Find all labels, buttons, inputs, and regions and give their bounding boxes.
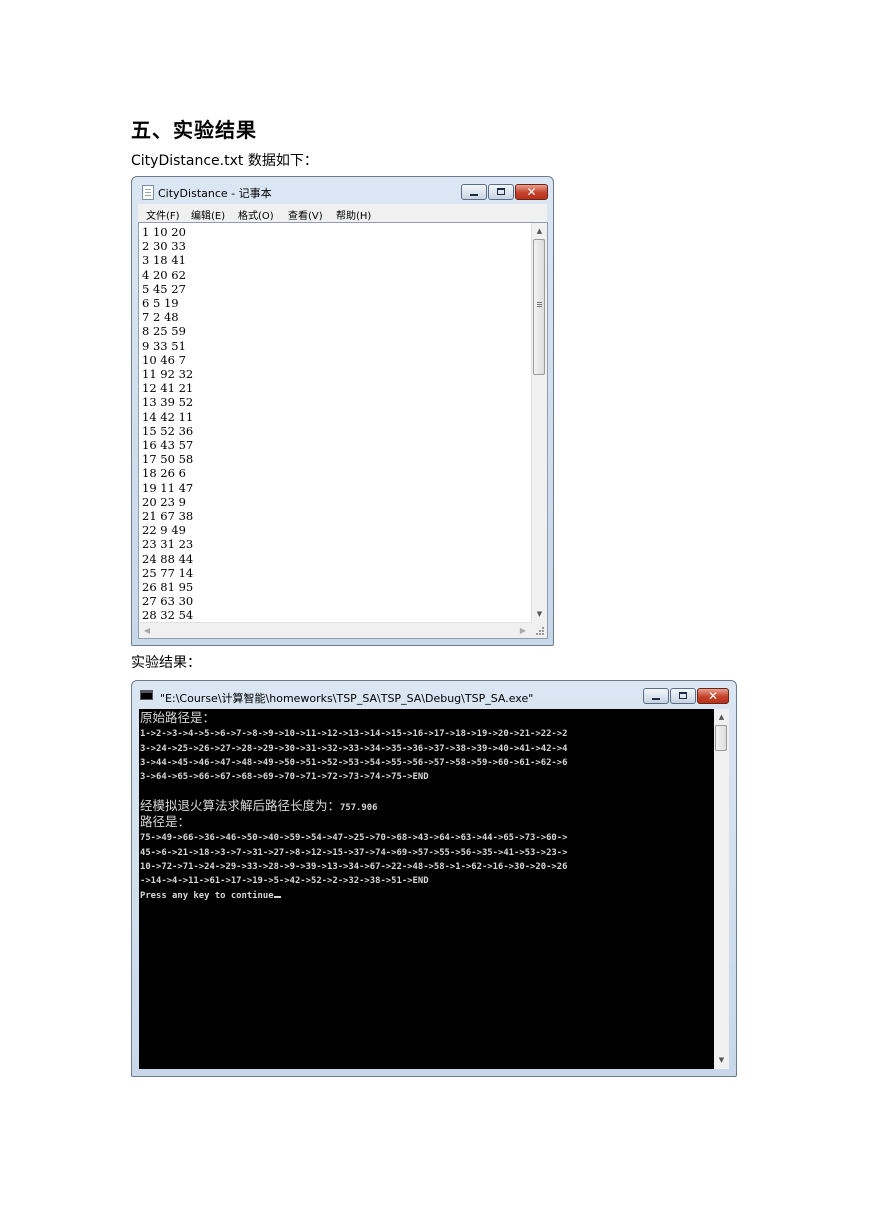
console-output-area[interactable]: 原始路径是： 1->2->3->4->5->6->7->8->9->10->11… [139,709,714,1069]
result-path-label: 路径是： [140,814,191,830]
maximize-button[interactable] [488,184,514,200]
scroll-right-arrow-icon[interactable]: ▶ [516,623,530,638]
scroll-up-arrow-icon[interactable]: ▲ [532,224,547,238]
menu-edit[interactable]: 编辑(E) [191,207,225,222]
console-close-button[interactable]: ✕ [697,688,729,704]
close-icon: ✕ [526,185,537,199]
menu-format[interactable]: 格式(O) [238,207,274,222]
minimize-button[interactable] [461,184,487,200]
notepad-document-icon [142,185,154,200]
console-vertical-scrollbar[interactable]: ▲ ▼ [714,709,729,1069]
scroll-down-arrow-icon[interactable]: ▼ [532,607,547,621]
notepad-menubar: 文件(F) 编辑(E) 格式(O) 查看(V) 帮助(H) [138,204,547,222]
console-minimize-button[interactable] [643,688,669,704]
result-path: 75->49->66->36->46->50->40->59->54->47->… [140,833,568,887]
text-cursor [273,895,281,898]
original-path: 1->2->3->4->5->6->7->8->9->10->11->12->1… [140,729,568,783]
close-icon: ✕ [707,689,719,703]
notepad-title: CityDistance - 记事本 [158,187,272,200]
maximize-icon [497,188,505,195]
original-path-label: 原始路径是： [140,710,216,725]
console-window: "E:\Course\计算智能\homeworks\TSP_SA\TSP_SA\… [131,680,737,1077]
notepad-content[interactable]: 1 10 20 2 30 33 3 18 41 4 20 62 5 45 27 … [142,225,532,623]
grip-icon [537,302,542,303]
scroll-left-arrow-icon[interactable]: ◀ [140,623,154,638]
result-label: 实验结果： [131,655,201,671]
notepad-window: CityDistance - 记事本 ✕ 文件(F) 编辑(E) 格式(O) 查… [131,176,554,646]
notepad-horizontal-scrollbar[interactable]: ◀ ▶ [139,622,532,638]
close-button[interactable]: ✕ [515,184,548,200]
console-scroll-down-arrow-icon[interactable]: ▼ [714,1053,729,1067]
console-icon [140,690,153,700]
sa-length-value: 757.906 [340,802,378,813]
sa-length-label: 经模拟退火算法求解后路径长度为： [140,797,341,813]
minimize-icon [470,194,478,196]
section-heading: 五、实验结果 [131,118,257,142]
console-titlebar[interactable]: "E:\Course\计算智能\homeworks\TSP_SA\TSP_SA\… [132,681,736,709]
notepad-edit-area[interactable]: 1 10 20 2 30 33 3 18 41 4 20 62 5 45 27 … [138,222,548,639]
console-output: 原始路径是： 1->2->3->4->5->6->7->8->9->10->11… [140,710,568,903]
console-scroll-up-arrow-icon[interactable]: ▲ [714,710,729,724]
continue-prompt: Press any key to continue [140,890,274,901]
menu-file[interactable]: 文件(F) [146,207,180,222]
maximize-icon [679,692,687,699]
console-scroll-thumb[interactable] [715,725,727,751]
menu-help[interactable]: 帮助(H) [336,207,371,222]
minimize-icon [652,698,660,700]
scroll-thumb[interactable] [533,239,545,375]
notepad-titlebar[interactable]: CityDistance - 记事本 ✕ [132,177,553,205]
resize-grip-icon[interactable] [532,623,547,638]
notepad-vertical-scrollbar[interactable]: ▲ ▼ [531,223,547,623]
console-title: "E:\Course\计算智能\homeworks\TSP_SA\TSP_SA\… [160,692,534,705]
menu-view[interactable]: 查看(V) [288,207,323,222]
intro-paragraph: CityDistance.txt 数据如下： [131,153,318,169]
console-maximize-button[interactable] [670,688,696,704]
